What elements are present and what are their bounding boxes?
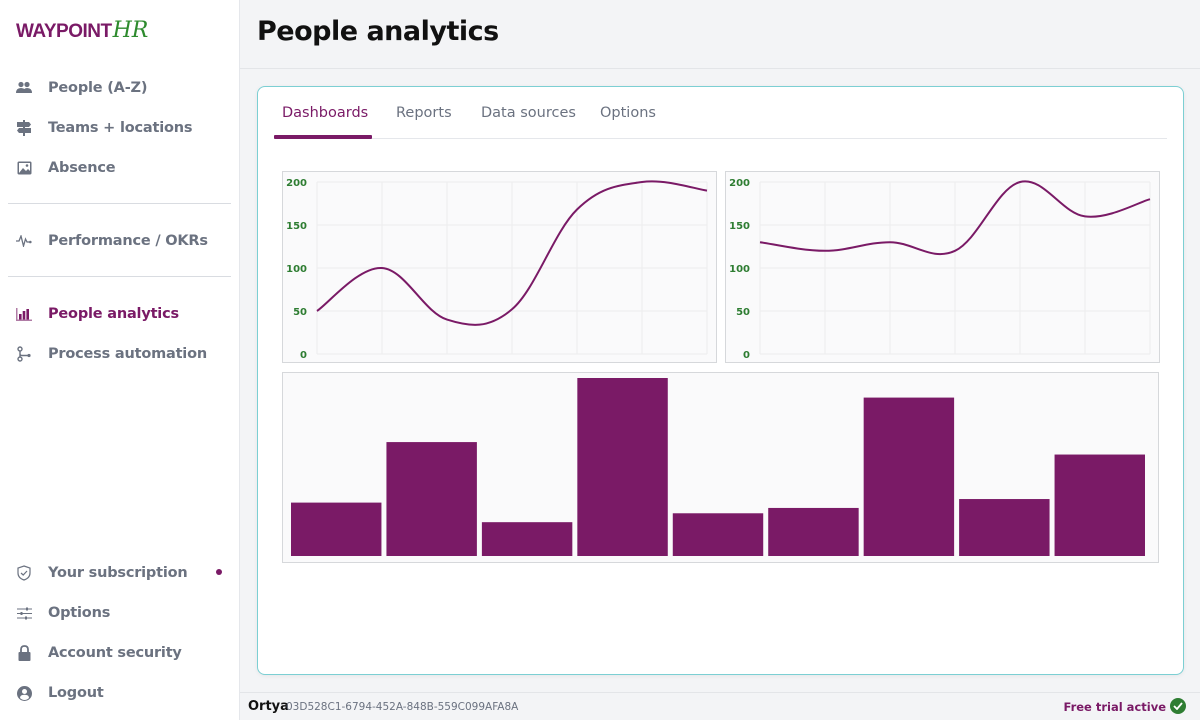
bar	[481, 522, 573, 556]
y-tick-label: 50	[736, 307, 750, 318]
notification-dot	[216, 569, 222, 575]
y-tick-label: 100	[286, 264, 307, 275]
bar	[577, 378, 668, 556]
bar	[768, 507, 859, 556]
tab-options[interactable]: Options	[600, 105, 656, 121]
sidebar-item-absence[interactable]: Absence	[16, 156, 116, 180]
sidebar-item-logout[interactable]: Logout	[16, 681, 104, 705]
org-name: Ortya	[248, 699, 289, 714]
sidebar-item-label: People analytics	[48, 306, 179, 322]
sidebar-item-people[interactable]: People (A-Z)	[16, 76, 147, 100]
bar-chart-icon	[16, 306, 32, 322]
sidebar-divider	[8, 203, 231, 204]
signpost-icon	[16, 120, 32, 136]
sidebar-item-process-automation[interactable]: Process automation	[16, 342, 207, 366]
sidebar-item-label: Logout	[48, 685, 104, 701]
lock-icon	[16, 645, 32, 661]
dashboard-card: Dashboards Reports Data sources Options …	[257, 86, 1184, 675]
y-tick-label: 0	[743, 350, 750, 361]
sidebar-divider	[8, 276, 231, 277]
app-root: WAYPOINT HR People (A-Z) Teams + locatio…	[0, 0, 1200, 720]
y-tick-label: 150	[286, 221, 307, 232]
sidebar-item-people-analytics[interactable]: People analytics	[16, 302, 179, 326]
line-chart-1-svg: 0 50 100 150 200	[286, 178, 708, 361]
bar	[959, 499, 1050, 556]
trial-status[interactable]: Free trial active	[1063, 700, 1166, 714]
tab-bar: Dashboards Reports Data sources Options	[274, 87, 1167, 139]
active-tab-indicator	[274, 135, 372, 139]
line-chart-2-svg: 0 50 100 150 200	[729, 178, 1151, 361]
sidebar-item-label: Absence	[48, 160, 116, 176]
tab-data-sources[interactable]: Data sources	[481, 105, 576, 121]
line-chart-1: 0 50 100 150 200	[282, 171, 717, 363]
sidebar-item-performance[interactable]: Performance / OKRs	[16, 229, 208, 253]
sidebar-item-label: Your subscription	[48, 565, 188, 581]
sidebar: WAYPOINT HR People (A-Z) Teams + locatio…	[0, 0, 240, 720]
sidebar-item-label: Options	[48, 605, 111, 621]
branch-icon	[16, 346, 32, 362]
tab-reports[interactable]: Reports	[396, 105, 452, 121]
tab-dashboards[interactable]: Dashboards	[282, 105, 368, 121]
sidebar-item-label: Process automation	[48, 346, 207, 362]
sidebar-item-options[interactable]: Options	[16, 601, 110, 625]
bar	[386, 442, 477, 556]
sidebar-item-teams[interactable]: Teams + locations	[16, 116, 193, 140]
page-title: People analytics	[257, 16, 499, 47]
bar-chart	[282, 372, 1159, 563]
sidebar-item-label: Account security	[48, 645, 182, 661]
bar-chart-svg	[291, 378, 1145, 556]
y-tick-label: 100	[729, 264, 750, 275]
brand-suffix: HR	[112, 18, 149, 43]
header-divider	[240, 68, 1200, 69]
y-tick-label: 200	[286, 178, 307, 189]
people-icon	[16, 80, 32, 96]
org-id: 03D528C1-6794-452A-848B-559C099AFA8A	[286, 701, 519, 713]
sidebar-item-label: Performance / OKRs	[48, 233, 208, 249]
bar	[672, 513, 764, 556]
bar	[1054, 454, 1145, 556]
bar	[291, 502, 382, 556]
line-chart-2: 0 50 100 150 200	[725, 171, 1160, 363]
y-tick-label: 0	[300, 350, 307, 361]
y-tick-label: 200	[729, 178, 750, 189]
image-icon	[16, 160, 32, 176]
check-circle-icon	[1170, 698, 1186, 714]
sliders-icon	[16, 605, 32, 621]
y-tick-label: 50	[293, 307, 307, 318]
shield-check-icon	[16, 565, 32, 581]
brand-logo[interactable]: WAYPOINT HR	[16, 18, 148, 43]
sidebar-item-account-security[interactable]: Account security	[16, 641, 182, 665]
user-circle-icon	[16, 685, 32, 701]
pulse-icon	[16, 233, 32, 249]
y-tick-label: 150	[729, 221, 750, 232]
sidebar-item-label: People (A-Z)	[48, 80, 148, 96]
brand-name: WAYPOINT	[16, 21, 112, 42]
footer-bar: Ortya 03D528C1-6794-452A-848B-559C099AFA…	[240, 692, 1200, 720]
sidebar-item-subscription[interactable]: Your subscription	[16, 561, 188, 585]
sidebar-item-label: Teams + locations	[48, 120, 193, 136]
bar	[863, 397, 955, 556]
